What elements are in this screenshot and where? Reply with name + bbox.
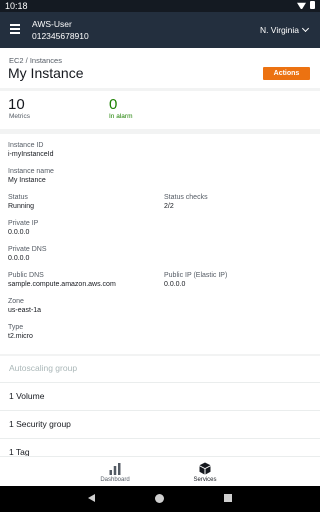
breadcrumb[interactable]: EC2 / Instances: [9, 56, 62, 65]
status-value: Running: [8, 203, 35, 210]
chevron-down-icon: [301, 24, 310, 33]
resource-item-tag[interactable]: 1 Tag: [0, 439, 320, 456]
resource-item-volume[interactable]: 1 Volume: [0, 383, 320, 410]
instance-id-label: Instance ID: [8, 142, 44, 149]
autoscaling-group-label: Autoscaling group: [9, 363, 78, 373]
autoscaling-group-header: Autoscaling group: [0, 356, 320, 382]
tab-services-label: Services: [193, 477, 217, 483]
back-icon[interactable]: [88, 494, 95, 502]
app-bar: AWS-User 012345678910 N. Virginia: [0, 12, 320, 48]
tab-dashboard-label: Dashboard: [100, 477, 130, 483]
zone-label: Zone: [8, 298, 24, 305]
public-dns-label: Public DNS: [8, 272, 44, 279]
resource-item-security-group[interactable]: 1 Security group: [0, 411, 320, 438]
instance-name-label: Instance name: [8, 168, 54, 175]
region-selector[interactable]: N. Virginia: [259, 24, 310, 35]
status-time: 10:18: [5, 1, 28, 11]
battery-icon: [310, 1, 315, 9]
status-bar: 10:18: [0, 0, 320, 12]
status-label: Status: [8, 194, 28, 201]
public-ip-value: 0.0.0.0: [164, 281, 186, 288]
metrics-count-label: Metrics: [9, 113, 30, 120]
tab-services[interactable]: Services: [155, 457, 255, 487]
system-navigation-bar: [0, 486, 320, 512]
public-ip-label: Public IP (Elastic IP): [164, 272, 228, 279]
resource-label: 1 Security group: [9, 419, 71, 429]
instance-name-value: My Instance: [8, 177, 46, 184]
private-ip-label: Private IP: [8, 220, 39, 227]
alarm-count-label: In alarm: [109, 113, 133, 120]
instance-details: Instance ID i-myInstanceId Instance name…: [0, 134, 320, 354]
public-dns-value: sample.compute.amazon.aws.com: [8, 281, 116, 288]
region-label: N. Virginia: [259, 25, 299, 35]
account-id: 012345678910: [32, 31, 89, 41]
menu-icon[interactable]: [10, 24, 20, 34]
private-dns-label: Private DNS: [8, 246, 47, 253]
status-checks-value: 2/2: [164, 203, 174, 210]
recents-icon[interactable]: [224, 494, 232, 502]
status-checks-label: Status checks: [164, 194, 208, 201]
type-value: t2.micro: [8, 333, 33, 340]
wifi-icon: [297, 1, 306, 9]
resource-label: 1 Volume: [9, 391, 45, 401]
bar-chart-icon: [109, 463, 121, 475]
zone-value: us-east-1a: [8, 307, 42, 314]
page-header: EC2 / Instances My Instance Actions: [0, 48, 320, 88]
private-ip-value: 0.0.0.0: [8, 229, 30, 236]
metrics-count-value: 10: [8, 96, 25, 113]
tab-dashboard[interactable]: Dashboard: [65, 457, 165, 487]
cube-icon: [199, 462, 211, 475]
resource-label: 1 Tag: [9, 447, 30, 456]
alarm-count-value: 0: [109, 96, 118, 113]
metrics-summary: 10 Metrics 0 In alarm: [0, 91, 320, 129]
type-label: Type: [8, 324, 24, 331]
bottom-navigation: Dashboard Services: [0, 456, 320, 486]
instance-id-value: i-myInstanceId: [8, 151, 54, 158]
account-name: AWS-User: [32, 19, 72, 29]
private-dns-value: 0.0.0.0: [8, 255, 30, 262]
actions-button[interactable]: Actions: [263, 67, 310, 80]
home-icon[interactable]: [155, 494, 164, 503]
status-icons: [297, 1, 315, 9]
page-title: My Instance: [8, 65, 84, 81]
